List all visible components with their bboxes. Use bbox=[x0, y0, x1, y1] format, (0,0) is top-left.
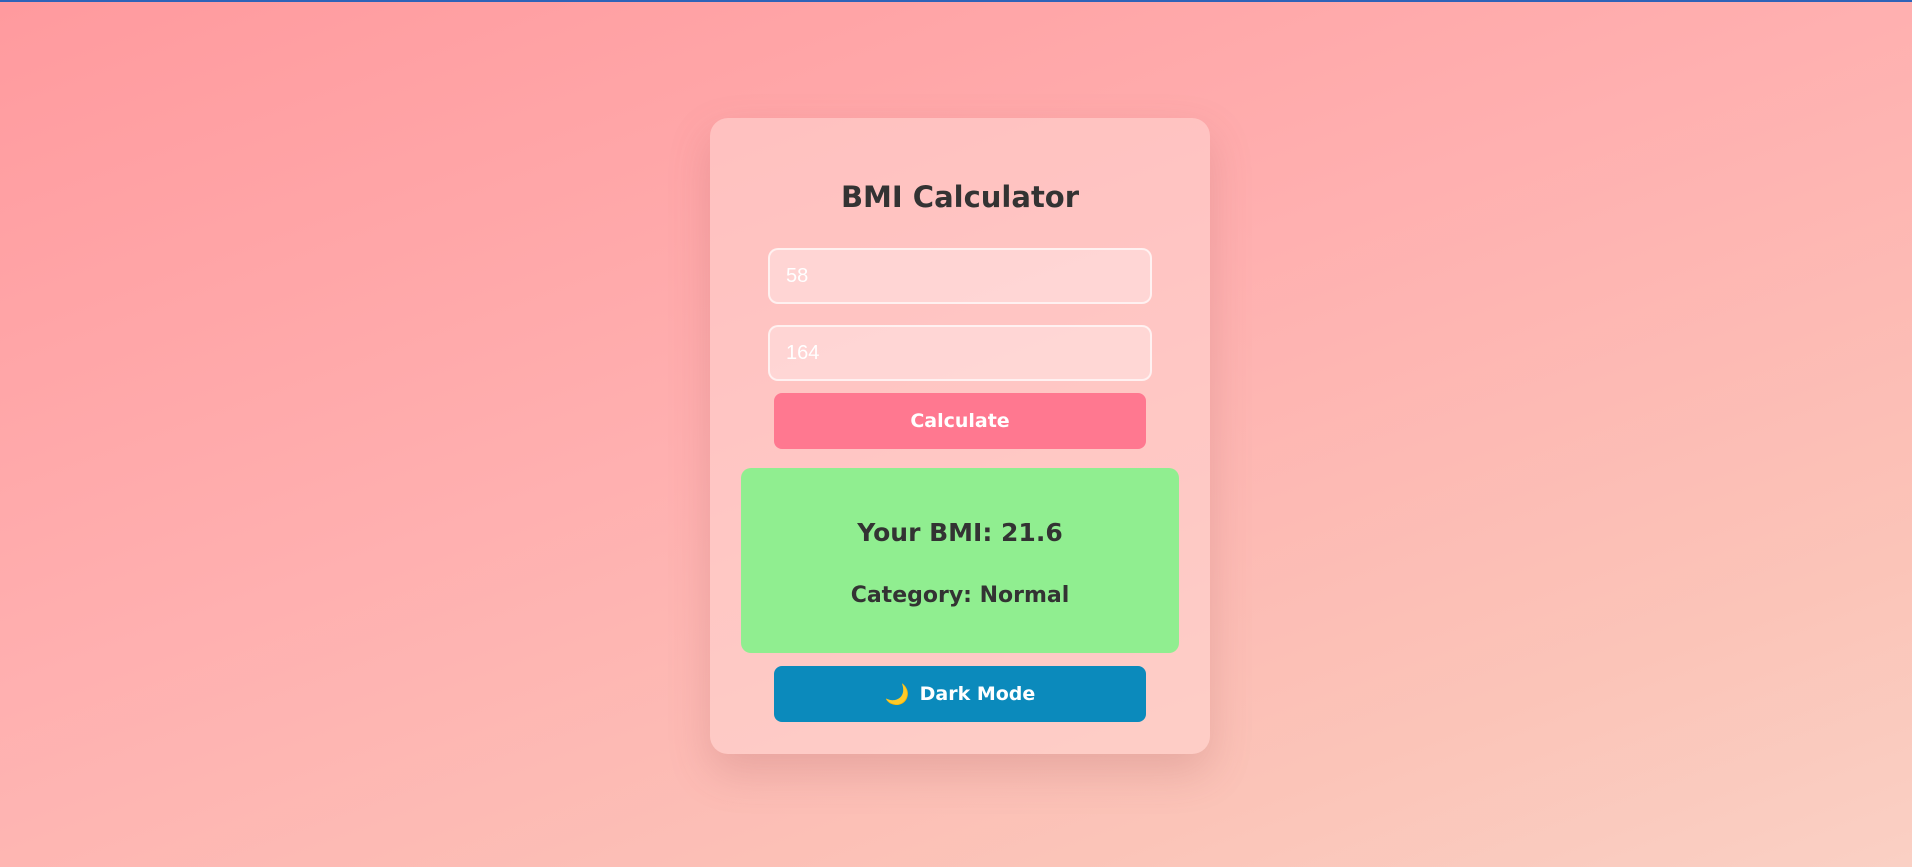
height-input[interactable] bbox=[768, 325, 1152, 381]
weight-input[interactable] bbox=[768, 248, 1152, 304]
bmi-value-text: Your BMI: 21.6 bbox=[857, 518, 1063, 547]
calculate-button[interactable]: Calculate bbox=[774, 393, 1146, 449]
result-panel: Your BMI: 21.6 Category: Normal bbox=[741, 468, 1179, 653]
calculate-button-label: Calculate bbox=[910, 410, 1010, 432]
browser-top-strip bbox=[0, 0, 1912, 2]
dark-mode-button[interactable]: 🌙 Dark Mode bbox=[774, 666, 1146, 722]
moon-icon: 🌙 bbox=[884, 682, 910, 706]
bmi-calculator-card: BMI Calculator Calculate Your BMI: 21.6 … bbox=[710, 118, 1210, 754]
page-title: BMI Calculator bbox=[840, 180, 1080, 214]
bmi-category-text: Category: Normal bbox=[850, 583, 1070, 608]
dark-mode-button-label: Dark Mode bbox=[919, 683, 1036, 705]
